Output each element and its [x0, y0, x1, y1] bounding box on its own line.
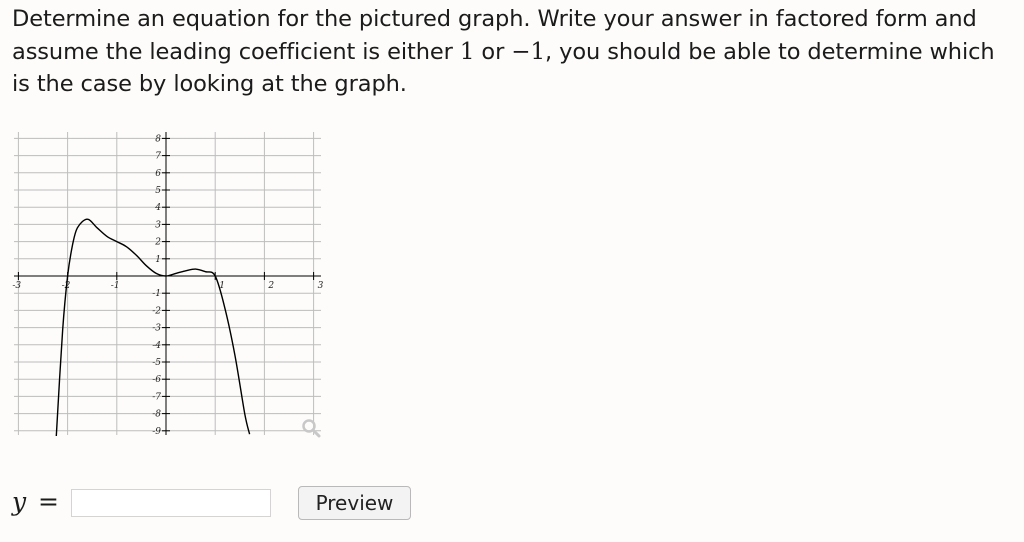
graph-svg: -3 -2 -1 1 2 387654321-1-2-3-4-5-6-7-8-9 — [12, 132, 324, 438]
answer-input[interactable] — [71, 489, 271, 517]
x-tick-label: 2 — [267, 281, 274, 291]
y-label: y — [12, 487, 27, 516]
y-tick-label: -9 — [152, 427, 161, 437]
y-tick-label: 1 — [155, 255, 161, 265]
graph: -3 -2 -1 1 2 3 8 7 6 5 4 3 2 1 -1 -2 -3 -4 -5 -6 -7 -8 -9 — [8, 128, 328, 443]
preview-button[interactable]: Preview — [298, 486, 411, 520]
answer-row: y = Preview — [0, 484, 1024, 524]
y-tick-label: 8 — [155, 134, 161, 144]
question-text: Determine an equation for the pictured g… — [12, 3, 1012, 101]
y-tick-label: 5 — [155, 186, 161, 196]
y-tick-label: 6 — [155, 169, 161, 179]
y-tick-label: -4 — [152, 341, 161, 351]
coefficient-positive: 1 — [459, 38, 475, 65]
equals-sign: = — [38, 487, 59, 516]
grid — [14, 132, 321, 435]
y-tick-label: 4 — [154, 203, 161, 213]
y-tick-label: -7 — [152, 392, 161, 402]
x-tick-label: -1 — [111, 281, 120, 291]
y-tick-label: 2 — [154, 238, 161, 248]
y-tick-label: -1 — [152, 289, 161, 299]
y-tick-label: 3 — [155, 220, 161, 230]
x-tick-label: 3 — [318, 281, 324, 291]
question-or: or — [474, 38, 512, 65]
x-tick-label: -3 — [12, 281, 21, 291]
y-tick-label: 7 — [155, 152, 161, 162]
axes — [14, 132, 321, 435]
y-tick-label: -6 — [152, 375, 161, 385]
coefficient-negative: −1 — [511, 38, 545, 65]
y-tick-label: -5 — [152, 358, 161, 368]
y-tick-label: -2 — [152, 306, 161, 316]
y-tick-label: -3 — [152, 324, 161, 334]
zoom-magnifier-icon[interactable] — [302, 419, 321, 438]
y-tick-label: -8 — [152, 410, 161, 420]
